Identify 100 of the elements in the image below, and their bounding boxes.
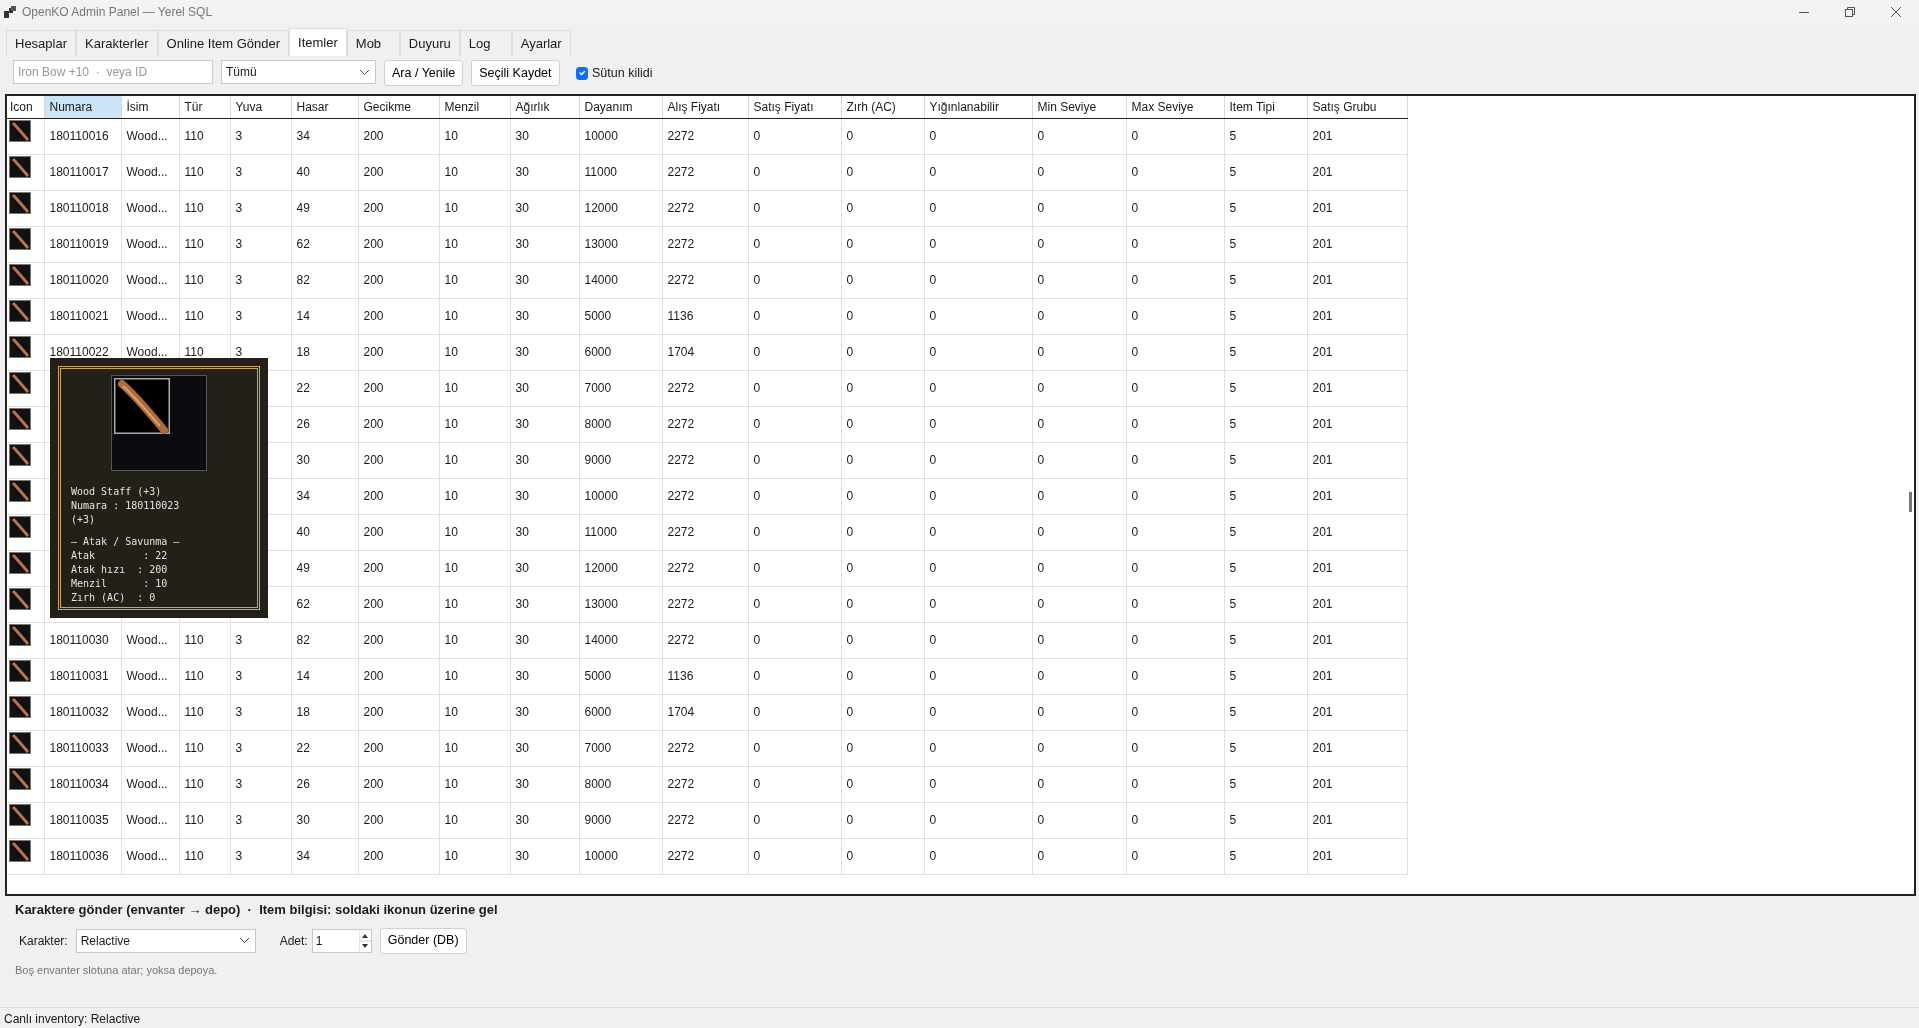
checkbox-label[interactable]: Sütun kilidi — [592, 64, 653, 83]
staff-icon[interactable] — [9, 263, 31, 286]
column-header[interactable]: Satış Fiyatı — [748, 96, 841, 118]
table-cell: 5 — [1224, 838, 1307, 874]
table-cell: 10 — [439, 514, 510, 550]
table-cell: 14 — [291, 658, 358, 694]
staff-icon[interactable] — [9, 191, 31, 214]
staff-icon[interactable] — [9, 299, 31, 322]
staff-icon[interactable] — [9, 479, 31, 502]
restore-icon[interactable] — [1845, 7, 1855, 17]
table-cell: 200 — [358, 838, 439, 874]
filter-dropdown[interactable]: Tümü — [221, 60, 376, 84]
tab[interactable]: Itemler — [289, 28, 347, 56]
column-header[interactable]: Hasar — [291, 96, 358, 118]
table-cell: 10 — [439, 118, 510, 154]
staff-icon[interactable] — [9, 659, 31, 682]
checkbox[interactable] — [575, 67, 588, 80]
staff-icon[interactable] — [9, 371, 31, 394]
staff-icon[interactable] — [9, 551, 31, 574]
table-cell: 0 — [748, 802, 841, 838]
staff-icon[interactable] — [9, 335, 31, 358]
staff-icon[interactable] — [9, 119, 31, 142]
table-cell: 0 — [841, 406, 924, 442]
close-icon[interactable] — [1891, 7, 1901, 17]
table-cell: 0 — [1126, 838, 1224, 874]
table-cell: 26 — [291, 406, 358, 442]
table-cell: 0 — [841, 226, 924, 262]
table-cell: 0 — [1126, 262, 1224, 298]
search-field[interactable]: Iron Bow +10 · veya ID — [13, 60, 213, 84]
table-cell: 3 — [230, 766, 291, 802]
column-header[interactable]: Min Seviye — [1032, 96, 1126, 118]
column-header[interactable]: Gecikme — [358, 96, 439, 118]
caret-icon[interactable] — [239, 938, 249, 943]
table-cell: 0 — [1032, 622, 1126, 658]
column-header[interactable]: Alış Fiyatı — [662, 96, 748, 118]
table-cell: 180110036 — [44, 838, 121, 874]
tab[interactable]: Karakterler — [76, 30, 158, 56]
table-cell: 0 — [748, 730, 841, 766]
table-cell: 2272 — [662, 730, 748, 766]
table-cell: 12000 — [579, 190, 662, 226]
table-cell: 62 — [291, 226, 358, 262]
column-header[interactable]: Numara — [44, 96, 121, 118]
staff-icon[interactable] — [9, 839, 31, 862]
column-header[interactable]: Dayanım — [579, 96, 662, 118]
column-header[interactable]: Satış Grubu — [1307, 96, 1407, 118]
table-cell: 30 — [510, 118, 579, 154]
column-header[interactable]: Yığınlanabilir — [924, 96, 1032, 118]
staff-icon[interactable] — [9, 695, 31, 718]
staff-icon[interactable] — [9, 227, 31, 250]
toolbar-button[interactable]: Seçili Kaydet — [471, 60, 560, 86]
staff-icon[interactable] — [9, 803, 31, 826]
staff-icon[interactable] — [9, 587, 31, 610]
table-cell: 0 — [1032, 514, 1126, 550]
tab[interactable]: Duyuru — [399, 30, 460, 56]
staff-icon[interactable] — [9, 731, 31, 754]
table-cell: 8000 — [579, 766, 662, 802]
staff-icon[interactable] — [9, 623, 31, 646]
tab[interactable]: Hesaplar — [6, 30, 77, 56]
caret-icon[interactable] — [360, 69, 369, 75]
column-header[interactable]: Icon — [7, 96, 44, 118]
column-header[interactable]: Tür — [179, 96, 230, 118]
table-cell: 110 — [179, 802, 230, 838]
table-cell: 10 — [439, 406, 510, 442]
table-cell: 30 — [510, 514, 579, 550]
tab[interactable]: Ayarlar — [511, 30, 571, 56]
table-cell: 5 — [1224, 334, 1307, 370]
minimize-icon[interactable] — [1799, 11, 1809, 13]
table-cell: 0 — [748, 550, 841, 586]
column-header[interactable]: Zırh (AC) — [841, 96, 924, 118]
staff-icon[interactable] — [9, 407, 31, 430]
table-cell: 110 — [179, 226, 230, 262]
table-cell: 201 — [1307, 370, 1407, 406]
tooltip-text: — Atak / Savunma — Atak : 22 Atak hızı : 200 Menzil : 10 Zırh (AC) : 0 — [71, 535, 181, 605]
table-cell: 30 — [510, 838, 579, 874]
tab[interactable]: Mob — [346, 30, 400, 56]
table-cell: 0 — [748, 190, 841, 226]
column-header[interactable]: Yuva — [230, 96, 291, 118]
tab[interactable]: Online Item Gönder — [157, 30, 290, 56]
table-cell: 30 — [510, 298, 579, 334]
column-header[interactable]: Ağırlık — [510, 96, 579, 118]
scroll-thumb[interactable] — [1909, 492, 1912, 512]
character-dropdown[interactable]: Relactive — [75, 928, 256, 953]
table-cell: 200 — [358, 298, 439, 334]
column-header[interactable]: Item Tipi — [1224, 96, 1307, 118]
staff-icon[interactable] — [9, 155, 31, 178]
column-header[interactable]: Max Seviye — [1126, 96, 1224, 118]
staff-icon[interactable] — [9, 443, 31, 466]
column-header[interactable]: İsim — [121, 96, 179, 118]
table-cell: 201 — [1307, 514, 1407, 550]
column-header[interactable]: Menzil — [439, 96, 510, 118]
staff-icon[interactable] — [9, 515, 31, 538]
amount-spinner[interactable]: 1 — [311, 928, 372, 953]
toolbar-button[interactable]: Ara / Yenile — [384, 60, 464, 86]
table-cell: 12000 — [579, 550, 662, 586]
table-cell: Wood... — [121, 118, 179, 154]
staff-icon[interactable] — [9, 767, 31, 790]
send-button[interactable]: Gönder (DB) — [379, 927, 467, 954]
tab[interactable]: Log — [459, 30, 512, 56]
table-cell: 7000 — [579, 370, 662, 406]
spinner-arrows-icon[interactable] — [358, 929, 371, 952]
